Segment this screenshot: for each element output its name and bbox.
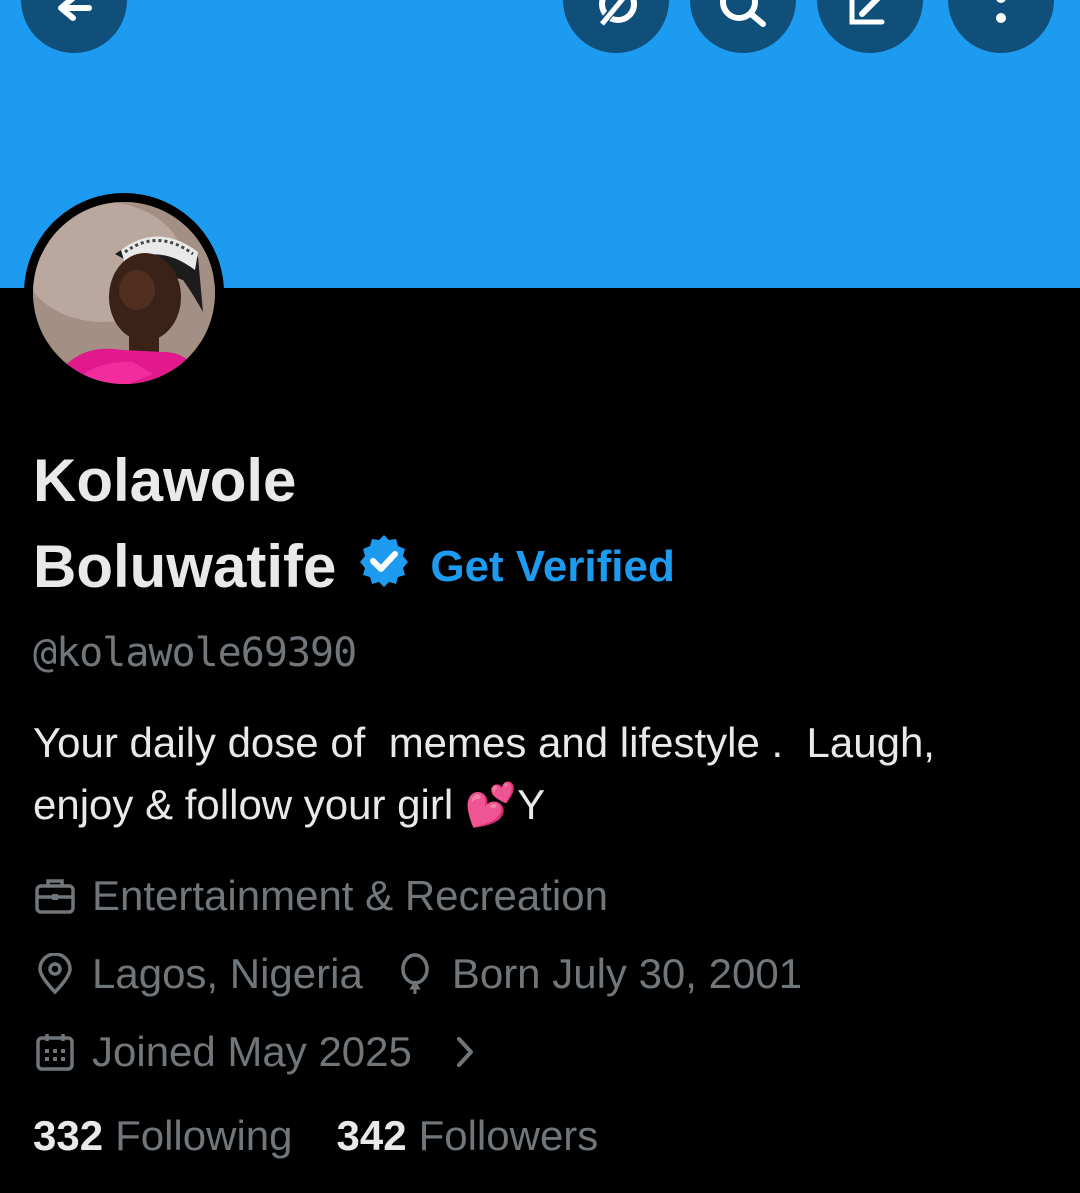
profile-name: Kolawole Boluwatife Get Verified — [33, 438, 833, 610]
profile-category-row: Entertainment & Recreation — [33, 872, 608, 920]
following-count: 332 — [33, 1112, 104, 1159]
followers-count: 342 — [336, 1112, 407, 1159]
location-text: Lagos, Nigeria — [92, 950, 363, 997]
following-label: Following — [115, 1112, 293, 1159]
profile-location-row: Lagos, Nigeria Born July 30, 2001 — [33, 950, 802, 998]
verified-badge-icon[interactable] — [358, 524, 410, 610]
name-line-2: Boluwatife — [33, 533, 337, 600]
profile-handle: @kolawole69390 — [33, 630, 357, 676]
search-icon — [720, 0, 766, 27]
calendar-icon — [33, 1030, 77, 1074]
edit-icon — [849, 0, 885, 25]
chevron-right-icon — [442, 1030, 486, 1074]
profile-stats: 332 Following 342 Followers — [33, 1112, 642, 1160]
category-text: Entertainment & Recreation — [92, 872, 608, 919]
name-line-1: Kolawole — [33, 447, 297, 514]
profile-bio: Your daily dose of memes and lifestyle .… — [33, 719, 935, 828]
get-verified-link[interactable]: Get Verified — [430, 524, 675, 610]
followers-label: Followers — [418, 1112, 599, 1159]
profile-joined-row[interactable]: Joined May 2025 — [33, 1028, 501, 1076]
location-pin-icon — [33, 952, 77, 996]
joined-text: Joined May 2025 — [92, 1028, 412, 1075]
following-link[interactable]: 332 Following — [33, 1112, 293, 1160]
avatar-photo — [33, 202, 215, 384]
arrow-left-icon — [58, 0, 92, 21]
balloon-icon — [393, 952, 437, 996]
followers-link[interactable]: 342 Followers — [337, 1112, 599, 1160]
grok-icon — [596, 0, 637, 29]
birthday-text: Born July 30, 2001 — [451, 950, 803, 997]
briefcase-icon — [33, 874, 77, 918]
avatar[interactable] — [24, 193, 224, 393]
more-vertical-icon — [996, 0, 1006, 23]
